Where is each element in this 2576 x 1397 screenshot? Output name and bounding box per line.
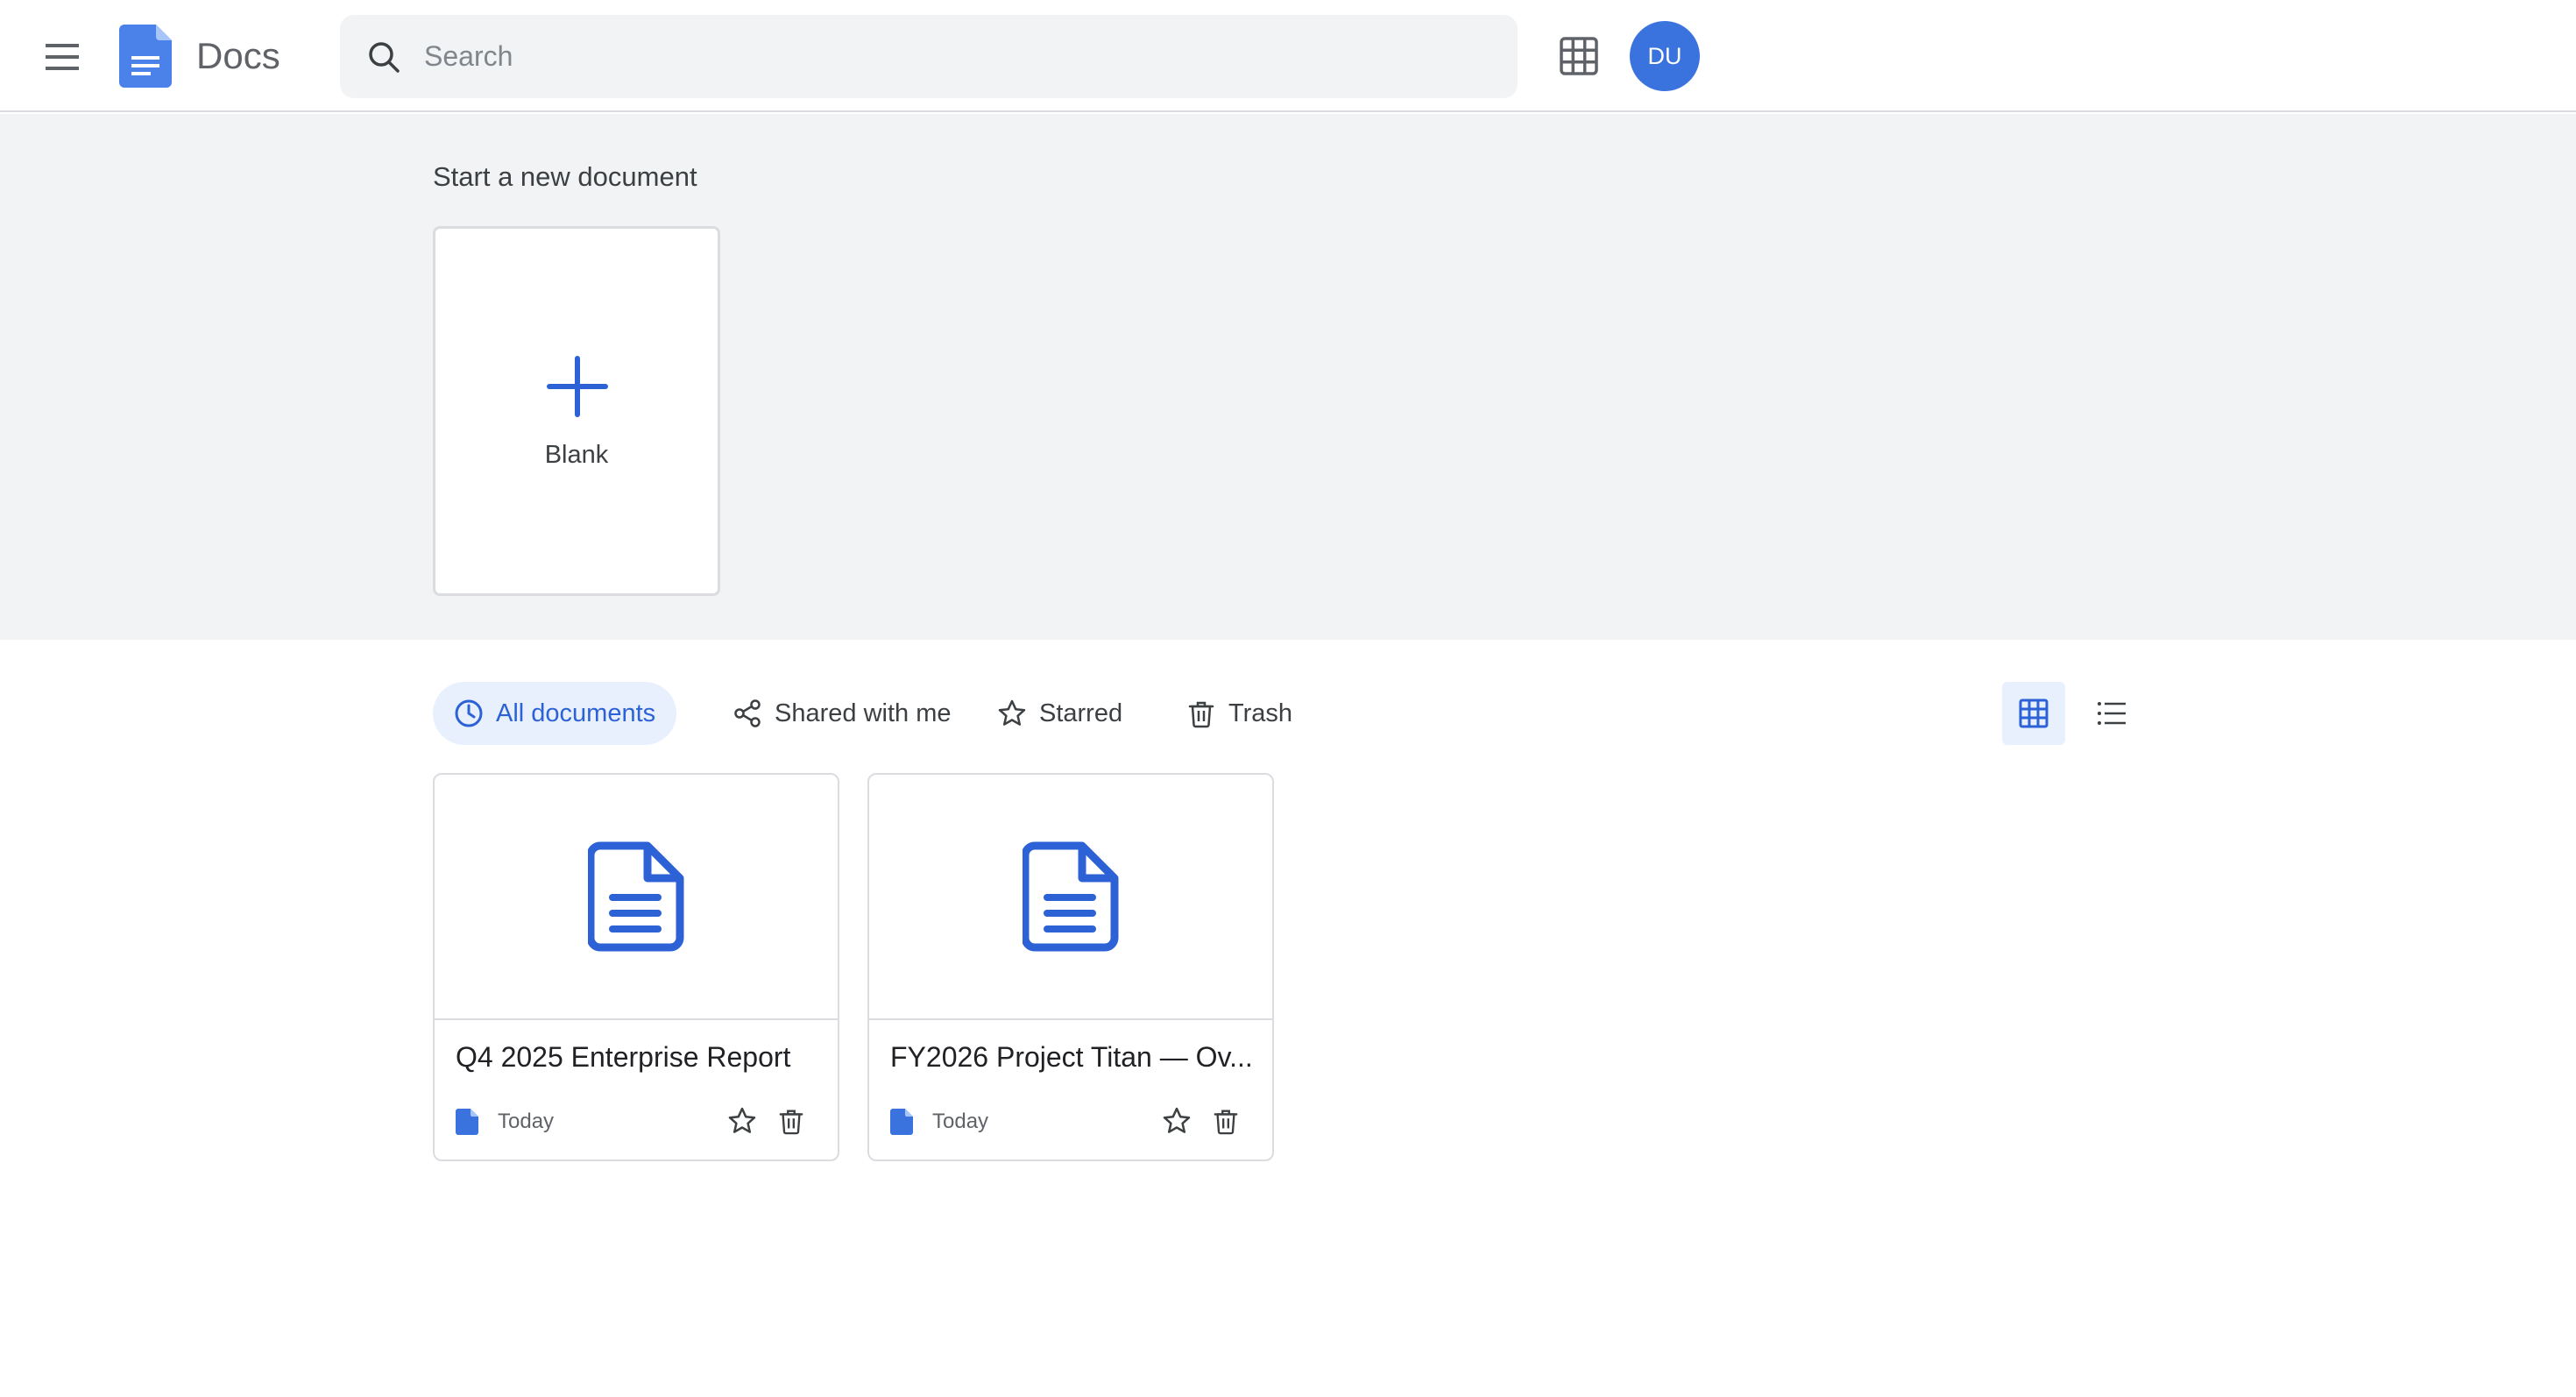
star-icon bbox=[1163, 1107, 1191, 1133]
delete-button[interactable] bbox=[773, 1103, 810, 1139]
document-title: Q4 2025 Enterprise Report bbox=[456, 1041, 791, 1073]
filter-all-documents[interactable]: All documents bbox=[433, 682, 677, 745]
document-meta: Today bbox=[456, 1104, 554, 1139]
trash-icon bbox=[779, 1110, 803, 1135]
document-thumbnail bbox=[435, 775, 838, 1020]
filter-starred[interactable]: Starred bbox=[976, 682, 1143, 745]
star-icon bbox=[998, 699, 1026, 726]
search-input[interactable] bbox=[424, 15, 1476, 98]
filter-shared-with-me[interactable]: Shared with me bbox=[711, 682, 973, 745]
document-date: Today bbox=[498, 1110, 555, 1133]
filter-label: Trash bbox=[1228, 698, 1293, 727]
document-card[interactable]: FY2026 Project Titan — Ov... Today bbox=[867, 773, 1274, 1161]
search-icon bbox=[369, 42, 400, 73]
document-icon bbox=[1023, 841, 1119, 952]
list-view-button[interactable] bbox=[2080, 682, 2143, 745]
list-view-icon bbox=[2098, 702, 2126, 725]
clock-icon bbox=[455, 699, 483, 727]
filter-label: Shared with me bbox=[775, 698, 952, 727]
app-header: Docs DU bbox=[0, 0, 2576, 112]
plus-icon bbox=[547, 356, 608, 417]
star-button[interactable] bbox=[724, 1103, 761, 1139]
share-icon bbox=[734, 699, 761, 727]
document-icon bbox=[588, 841, 684, 952]
grid-view-icon bbox=[2019, 698, 2049, 728]
document-title: FY2026 Project Titan — Ov... bbox=[890, 1041, 1253, 1073]
document-card[interactable]: Q4 2025 Enterprise Report Today bbox=[433, 773, 839, 1161]
trash-icon bbox=[1214, 1110, 1238, 1135]
filter-label: All documents bbox=[496, 698, 656, 727]
main-menu-button[interactable] bbox=[39, 33, 86, 81]
document-meta: Today bbox=[890, 1104, 988, 1139]
docs-file-icon bbox=[890, 1109, 913, 1135]
delete-button[interactable] bbox=[1207, 1103, 1244, 1139]
blank-card-label: Blank bbox=[544, 441, 609, 469]
star-icon bbox=[728, 1107, 756, 1133]
start-new-document-section: Start a new document Blank bbox=[0, 114, 2576, 640]
app-title: Docs bbox=[196, 35, 280, 76]
star-button[interactable] bbox=[1158, 1103, 1195, 1139]
blank-document-card[interactable]: Blank bbox=[433, 226, 720, 596]
grid-apps-icon[interactable] bbox=[1558, 35, 1600, 77]
filter-trash[interactable]: Trash bbox=[1165, 682, 1313, 745]
search-bar[interactable] bbox=[340, 15, 1518, 98]
docs-logo-icon[interactable] bbox=[119, 25, 172, 88]
document-date: Today bbox=[932, 1110, 989, 1133]
hamburger-menu-icon bbox=[46, 44, 79, 70]
document-thumbnail bbox=[869, 775, 1272, 1020]
trash-icon bbox=[1188, 701, 1214, 728]
user-avatar[interactable]: DU bbox=[1630, 21, 1700, 91]
start-section-title: Start a new document bbox=[433, 161, 697, 192]
filter-label: Starred bbox=[1039, 698, 1123, 727]
grid-view-button[interactable] bbox=[2002, 682, 2065, 745]
docs-file-icon bbox=[456, 1109, 478, 1135]
document-filters: All documents Shared with me Starred Tra… bbox=[433, 682, 1747, 745]
